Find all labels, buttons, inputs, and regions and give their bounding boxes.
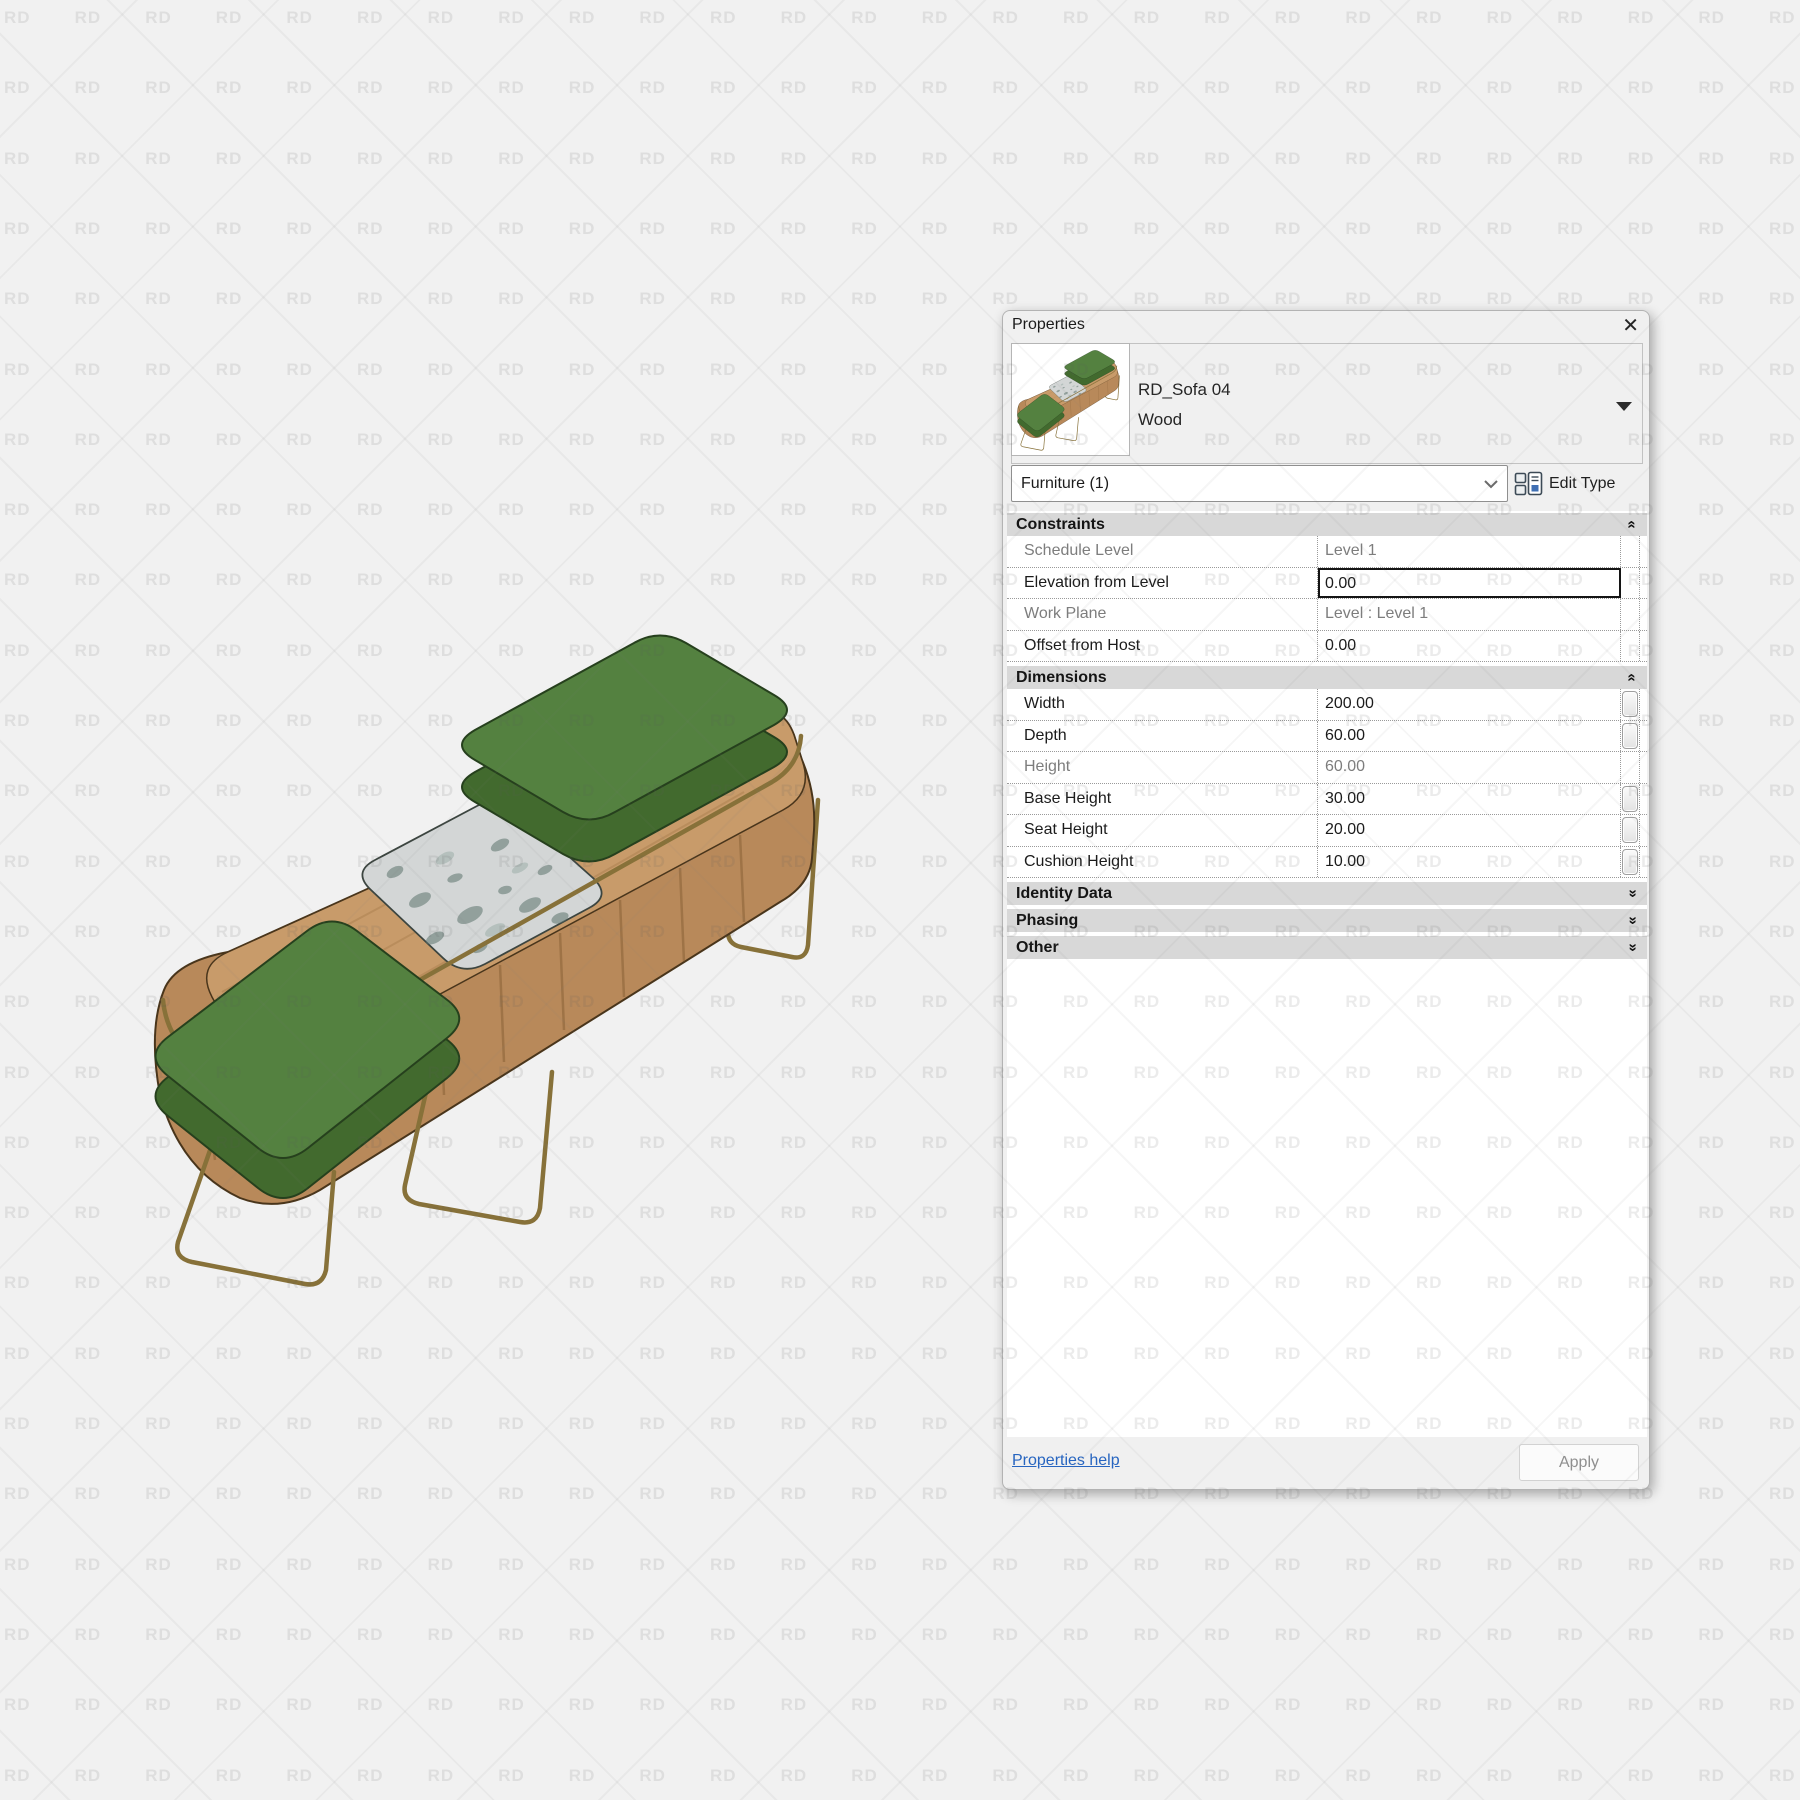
associate-parameter-cell [1621,846,1640,877]
property-label: Schedule Level [1007,536,1318,567]
property-value[interactable]: 60.00 [1318,720,1621,751]
expand-section-icon[interactable]: « [1623,943,1640,951]
apply-button[interactable]: Apply [1519,1444,1639,1481]
type-family: Wood [1138,410,1183,429]
associate-parameter-button[interactable] [1622,848,1638,875]
property-label: Elevation from Level [1007,567,1318,598]
expand-section-icon[interactable]: « [1623,889,1640,897]
property-row-cushion-height: Cushion Height 10.00 [1007,846,1647,878]
associate-parameter-button[interactable] [1622,817,1638,844]
associate-parameter-button[interactable] [1622,785,1638,812]
property-value[interactable]: 10.00 [1318,846,1621,877]
collapse-section-icon[interactable]: « [1623,520,1640,528]
property-label: Base Height [1007,783,1318,814]
property-row-depth: Depth 60.00 [1007,720,1647,752]
property-label: Seat Height [1007,815,1318,846]
property-row-offset-from-host: Offset from Host 0.00 [1007,630,1647,662]
property-value[interactable]: 0.00 [1318,630,1621,661]
associate-parameter-cell [1621,783,1640,814]
properties-help-link[interactable]: Properties help [1012,1452,1120,1470]
property-label: Height [1007,752,1318,783]
property-label: Depth [1007,720,1318,751]
expand-section-icon[interactable]: « [1623,916,1640,924]
property-value: Level : Level 1 [1318,599,1621,630]
property-row-width: Width 200.00 [1007,689,1647,721]
property-row-height: Height 60.00 [1007,752,1647,784]
type-thumbnail-image [1017,349,1120,451]
edit-type-label: Edit Type [1549,475,1616,492]
section-label: Other [1016,938,1059,956]
associate-parameter-cell [1621,815,1640,846]
section-label: Phasing [1016,911,1079,929]
section-label: Constraints [1016,515,1105,533]
property-label: Cushion Height [1007,846,1318,877]
type-thumbnail [1011,343,1130,456]
property-value[interactable]: 30.00 [1318,783,1621,814]
properties-grid: Constraints « Schedule Level Level 1 Elevati… [1007,511,1647,1437]
associate-parameter-cell [1621,599,1640,630]
section-label: Dimensions [1016,668,1107,686]
property-label: Work Plane [1007,599,1318,630]
associate-parameter-cell [1621,689,1640,720]
edit-type-icon [1514,471,1543,496]
property-label: Width [1007,689,1318,720]
revit-canvas: Properties ✕ RD_Sofa 04 Wood Furniture (… [0,0,1800,1800]
section-label: Identity Data [1016,884,1113,902]
property-value[interactable]: 200.00 [1318,689,1621,720]
property-row-elevation-from-level: Elevation from Level 0.00 [1007,567,1647,599]
property-value[interactable]: 0.00 [1318,567,1621,598]
property-row-seat-height: Seat Height 20.00 [1007,815,1647,847]
property-row-base-height: Base Height 30.00 [1007,783,1647,815]
associate-parameter-cell [1621,536,1640,567]
section-header-constraints[interactable]: Constraints « [1007,513,1647,536]
associate-parameter-button[interactable] [1622,691,1638,718]
combobox-chevron-icon[interactable] [1483,479,1499,489]
associate-parameter-cell [1621,567,1640,598]
property-value[interactable]: 20.00 [1318,815,1621,846]
type-preview: RD_Sofa 04 Wood [1011,343,1643,464]
property-value: Level 1 [1318,536,1621,567]
type-dropdown-arrow-icon[interactable] [1616,402,1632,411]
section-header-other[interactable]: Other « [1007,936,1647,959]
property-value: 60.00 [1318,752,1621,783]
property-row-work-plane: Work Plane Level : Level 1 [1007,599,1647,631]
associate-parameter-cell [1621,720,1640,751]
close-icon[interactable]: ✕ [1622,314,1639,338]
associate-parameter-cell [1621,630,1640,661]
section-header-dimensions[interactable]: Dimensions « [1007,666,1647,689]
associate-parameter-button[interactable] [1622,722,1638,749]
property-label: Offset from Host [1007,630,1318,661]
properties-panel: Properties ✕ RD_Sofa 04 Wood Furniture (… [1002,310,1650,1490]
section-header-phasing[interactable]: Phasing « [1007,909,1647,932]
associate-parameter-cell [1621,752,1640,783]
collapse-section-icon[interactable]: « [1623,673,1640,681]
panel-title: Properties [1012,316,1085,333]
edit-type-button[interactable]: Edit Type [1514,469,1646,499]
section-header-identity-data[interactable]: Identity Data « [1007,882,1647,905]
property-row-schedule-level: Schedule Level Level 1 [1007,536,1647,568]
type-name: RD_Sofa 04 [1138,380,1231,399]
type-selector-combobox[interactable]: Furniture (1) [1011,465,1508,502]
